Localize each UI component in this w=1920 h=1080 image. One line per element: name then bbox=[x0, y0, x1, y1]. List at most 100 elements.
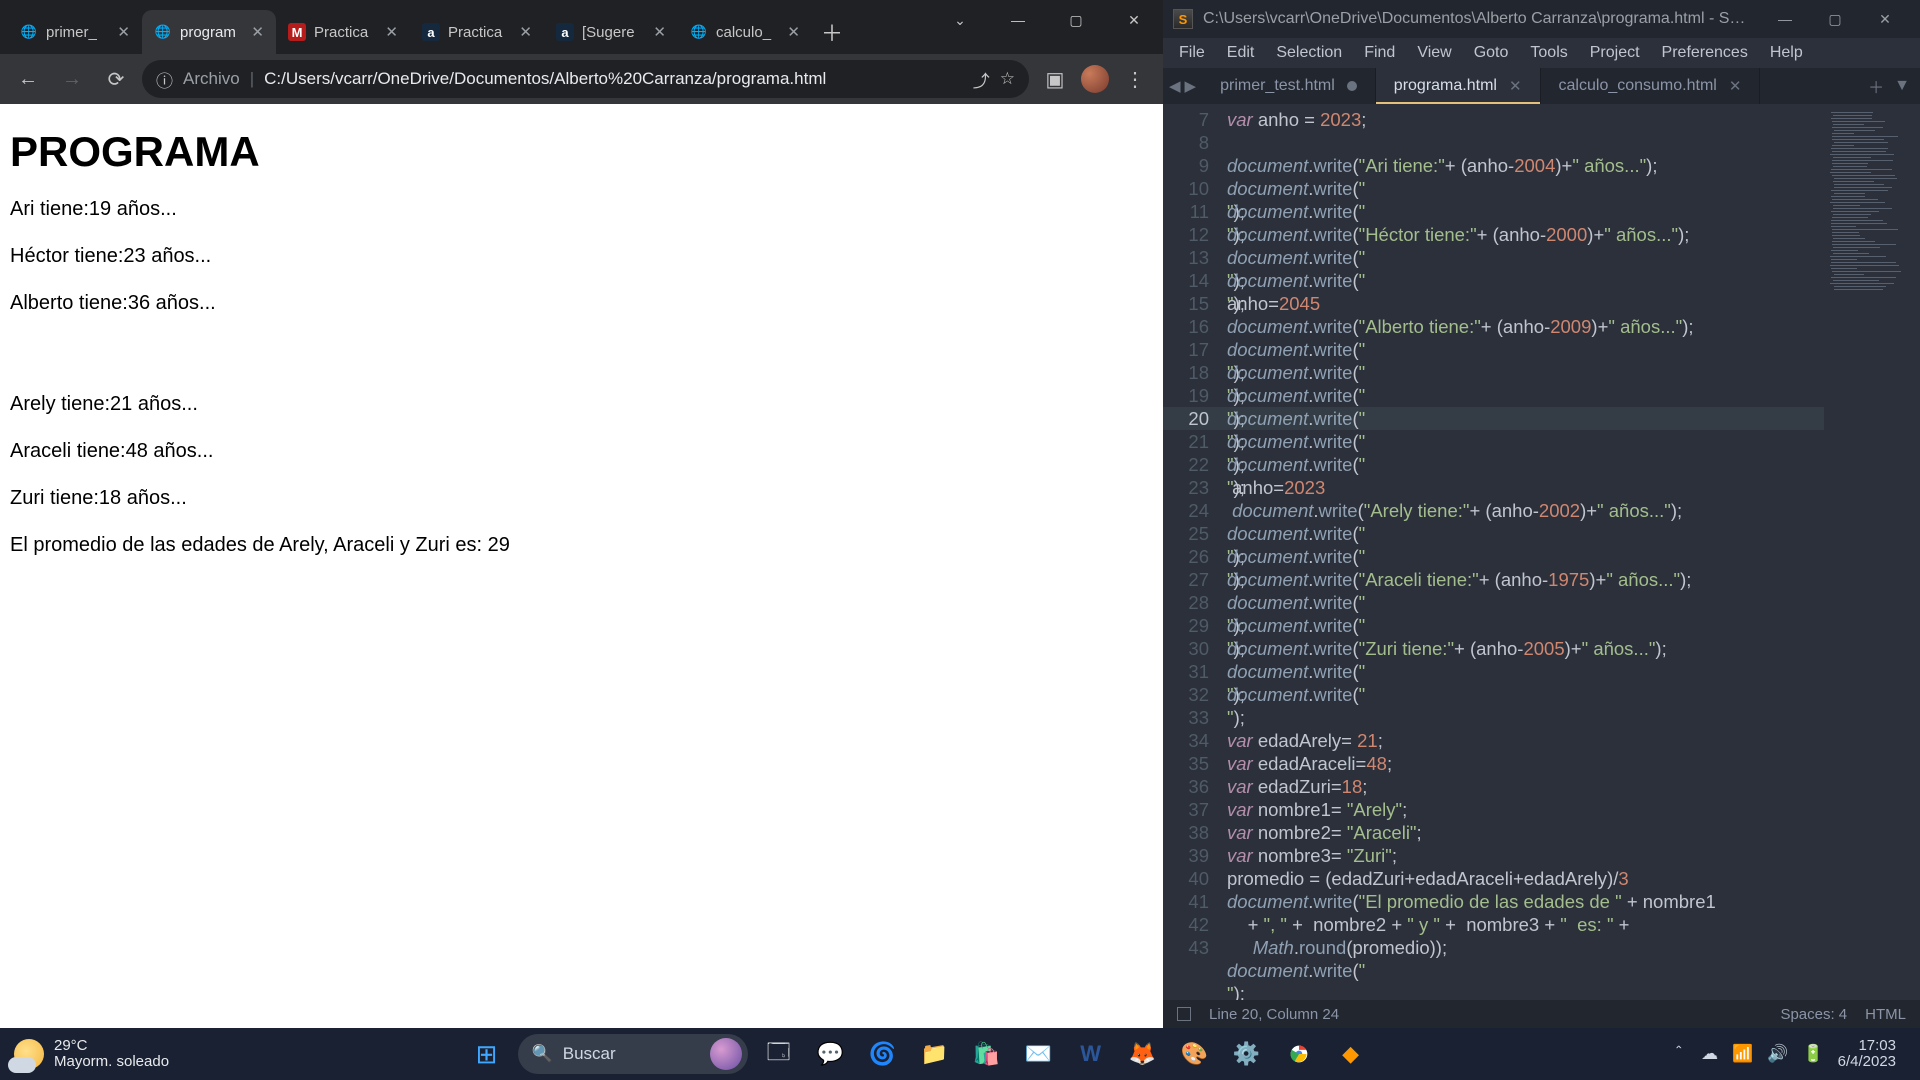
firefox-icon[interactable]: 🦊 bbox=[1122, 1033, 1164, 1075]
reload-button[interactable]: ⟳ bbox=[98, 61, 134, 97]
mail-icon[interactable]: ✉️ bbox=[1018, 1033, 1060, 1075]
new-tab-icon[interactable]: ＋ bbox=[1868, 74, 1884, 98]
syntax-setting[interactable]: HTML bbox=[1865, 1006, 1906, 1023]
url-path: C:/Users/vcarr/OneDrive/Documentos/Alber… bbox=[264, 69, 826, 89]
close-icon[interactable]: ✕ bbox=[251, 23, 264, 41]
close-icon[interactable]: ✕ bbox=[1860, 0, 1910, 38]
page-heading: PROGRAMA bbox=[10, 128, 1153, 176]
close-icon[interactable]: ✕ bbox=[117, 23, 130, 41]
output-line: Arely tiene:21 años... bbox=[10, 393, 1153, 416]
search-highlight-icon bbox=[710, 1038, 742, 1070]
page-content: PROGRAMA Ari tiene:19 años... Héctor tie… bbox=[0, 104, 1163, 1028]
code-content[interactable]: var anho = 2023;document.write("Ari tien… bbox=[1219, 104, 1824, 1000]
sublime-statusbar: Line 20, Column 24 Spaces: 4 HTML bbox=[1163, 1000, 1920, 1028]
browser-tab-4[interactable]: a [Sugere ✕ bbox=[544, 10, 678, 54]
browser-tab-0[interactable]: 🌐 primer_ ✕ bbox=[8, 10, 142, 54]
onedrive-icon[interactable]: ☁ bbox=[1701, 1044, 1718, 1064]
chrome-toolbar: ← → ⟳ ⓘ Archivo | C:/Users/vcarr/OneDriv… bbox=[0, 54, 1163, 104]
menu-tools[interactable]: Tools bbox=[1520, 40, 1577, 66]
close-icon[interactable]: ✕ bbox=[787, 23, 800, 41]
tab-name: programa.html bbox=[1394, 77, 1497, 95]
editor-tab-calculo[interactable]: calculo_consumo.html ✕ bbox=[1541, 68, 1761, 104]
close-icon[interactable]: ✕ bbox=[385, 23, 398, 41]
forward-button[interactable]: → bbox=[54, 61, 90, 97]
settings-icon[interactable]: ⚙️ bbox=[1226, 1033, 1268, 1075]
copilot-icon[interactable]: 🎨 bbox=[1174, 1033, 1216, 1075]
menu-preferences[interactable]: Preferences bbox=[1652, 40, 1758, 66]
store-icon[interactable]: 🛍️ bbox=[966, 1033, 1008, 1075]
sublime-titlebar[interactable]: S C:\Users\vcarr\OneDrive\Documentos\Alb… bbox=[1163, 0, 1920, 38]
menu-help[interactable]: Help bbox=[1760, 40, 1813, 66]
minimap[interactable] bbox=[1824, 104, 1920, 1000]
search-icon: 🔍 bbox=[532, 1044, 553, 1064]
browser-tab-2[interactable]: M Practica ✕ bbox=[276, 10, 410, 54]
tab-back-icon[interactable]: ◀ bbox=[1169, 77, 1181, 95]
sublime-title-path: C:\Users\vcarr\OneDrive\Documentos\Alber… bbox=[1203, 10, 1750, 28]
close-icon[interactable]: ✕ bbox=[1105, 0, 1163, 40]
info-icon[interactable]: ⓘ bbox=[156, 67, 173, 92]
tab-dropdown-icon[interactable]: ▼ bbox=[1894, 77, 1910, 95]
word-icon[interactable]: W bbox=[1070, 1033, 1112, 1075]
edge-icon[interactable]: 🌀 bbox=[862, 1033, 904, 1075]
browser-tab-5[interactable]: 🌐 calculo_ ✕ bbox=[678, 10, 812, 54]
globe-icon: 🌐 bbox=[154, 23, 172, 41]
close-icon[interactable]: ✕ bbox=[1729, 77, 1742, 95]
tab-search-icon[interactable]: ⌄ bbox=[931, 0, 989, 40]
share-icon[interactable]: ⤴ bbox=[973, 67, 990, 92]
tab-forward-icon[interactable]: ▶ bbox=[1185, 77, 1197, 95]
minimize-icon[interactable]: — bbox=[989, 0, 1047, 40]
wifi-icon[interactable]: 📶 bbox=[1732, 1044, 1753, 1064]
close-icon[interactable]: ✕ bbox=[653, 23, 666, 41]
editor-area[interactable]: 7891011121314151617181920212223242526272… bbox=[1163, 104, 1920, 1000]
maximize-icon[interactable]: ▢ bbox=[1047, 0, 1105, 40]
sublime-logo-icon: S bbox=[1173, 9, 1193, 29]
editor-tab-programa[interactable]: programa.html ✕ bbox=[1376, 68, 1541, 104]
start-button[interactable]: ⊞ bbox=[466, 1033, 508, 1075]
tab-name: primer_test.html bbox=[1220, 77, 1335, 95]
tray-chevron-icon[interactable]: ＾ bbox=[1670, 1042, 1687, 1067]
maximize-icon[interactable]: ▢ bbox=[1810, 0, 1860, 38]
address-bar[interactable]: ⓘ Archivo | C:/Users/vcarr/OneDrive/Docu… bbox=[142, 60, 1029, 98]
menu-find[interactable]: Find bbox=[1354, 40, 1405, 66]
panel-switcher-icon[interactable] bbox=[1177, 1007, 1191, 1021]
explorer-icon[interactable]: 📁 bbox=[914, 1033, 956, 1075]
editor-tab-primer[interactable]: primer_test.html bbox=[1202, 68, 1376, 104]
battery-icon[interactable]: 🔋 bbox=[1802, 1044, 1823, 1064]
back-button[interactable]: ← bbox=[10, 61, 46, 97]
browser-tab-1[interactable]: 🌐 program ✕ bbox=[142, 10, 276, 54]
menu-project[interactable]: Project bbox=[1580, 40, 1650, 66]
tab-title: Practica bbox=[448, 24, 511, 41]
clock-time: 17:03 bbox=[1838, 1038, 1896, 1054]
browser-tab-3[interactable]: a Practica ✕ bbox=[410, 10, 544, 54]
kebab-menu-icon[interactable]: ⋮ bbox=[1117, 61, 1153, 97]
volume-icon[interactable]: 🔊 bbox=[1767, 1044, 1788, 1064]
bookmark-icon[interactable]: ☆ bbox=[1000, 69, 1015, 89]
menu-view[interactable]: View bbox=[1407, 40, 1461, 66]
close-icon[interactable]: ✕ bbox=[519, 23, 532, 41]
taskbar-search[interactable]: 🔍 Buscar bbox=[518, 1034, 748, 1074]
taskbar-clock[interactable]: 17:03 6/4/2023 bbox=[1838, 1038, 1904, 1070]
output-line: El promedio de las edades de Arely, Arac… bbox=[10, 534, 1153, 557]
taskbar-weather[interactable]: 29°C Mayorm. soleado bbox=[0, 1038, 183, 1070]
indent-setting[interactable]: Spaces: 4 bbox=[1780, 1006, 1847, 1023]
menu-goto[interactable]: Goto bbox=[1464, 40, 1519, 66]
menu-file[interactable]: File bbox=[1169, 40, 1215, 66]
system-tray: ＾ ☁ 📶 🔊 🔋 17:03 6/4/2023 bbox=[1654, 1038, 1920, 1070]
sublime-menubar: File Edit Selection Find View Goto Tools… bbox=[1163, 38, 1920, 68]
chrome-icon[interactable] bbox=[1278, 1033, 1320, 1075]
close-icon[interactable]: ✕ bbox=[1509, 77, 1522, 95]
sublime-icon[interactable]: ◆ bbox=[1330, 1033, 1372, 1075]
side-panel-icon[interactable]: ▣ bbox=[1037, 61, 1073, 97]
menu-edit[interactable]: Edit bbox=[1217, 40, 1265, 66]
menu-selection[interactable]: Selection bbox=[1266, 40, 1352, 66]
url-scheme-label: Archivo bbox=[183, 69, 240, 89]
task-view-icon[interactable]: 🗔 bbox=[758, 1033, 800, 1075]
sublime-tabbar: ◀ ▶ primer_test.html programa.html ✕ cal… bbox=[1163, 68, 1920, 104]
sublime-window: S C:\Users\vcarr\OneDrive\Documentos\Alb… bbox=[1163, 0, 1920, 1028]
profile-avatar[interactable] bbox=[1081, 65, 1109, 93]
minimize-icon[interactable]: — bbox=[1760, 0, 1810, 38]
chat-icon[interactable]: 💬 bbox=[810, 1033, 852, 1075]
cursor-position[interactable]: Line 20, Column 24 bbox=[1209, 1006, 1339, 1023]
new-tab-button[interactable]: ＋ bbox=[812, 10, 852, 54]
line-gutter: 7891011121314151617181920212223242526272… bbox=[1163, 104, 1219, 1000]
